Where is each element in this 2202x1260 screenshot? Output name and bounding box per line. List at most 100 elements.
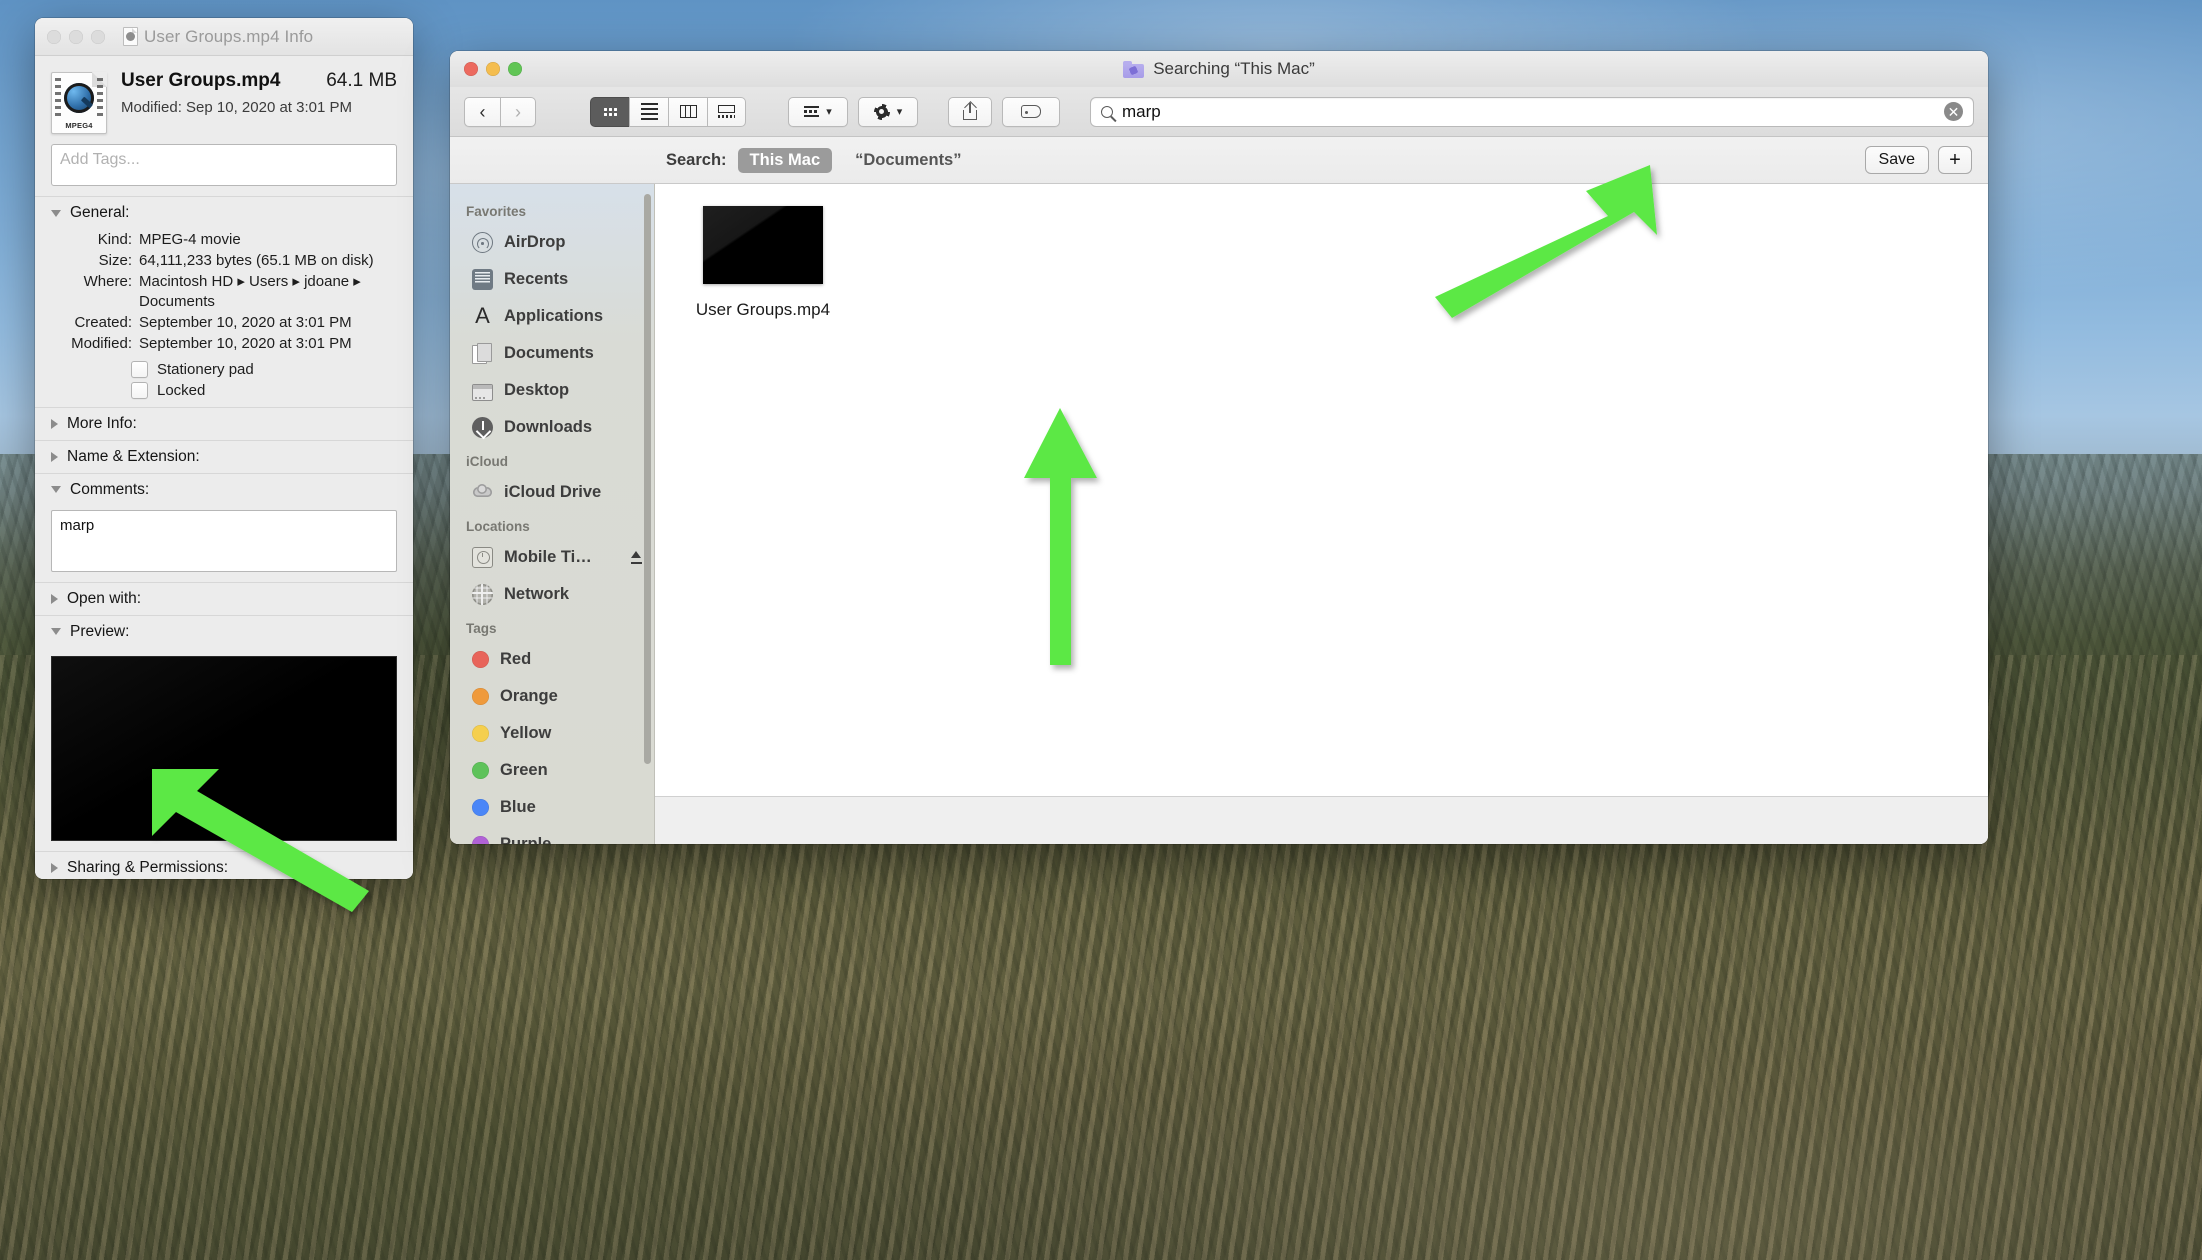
section-more-info-header[interactable]: More Info:: [35, 408, 413, 440]
sidebar-scrollbar[interactable]: [644, 194, 651, 764]
add-tags-input[interactable]: Add Tags...: [51, 144, 397, 186]
modified-label: Modified:: [121, 99, 182, 116]
sidebar-tag-purple[interactable]: Purple: [450, 826, 654, 844]
icon-view-button[interactable]: [590, 96, 629, 127]
video-thumbnail-icon: [703, 206, 823, 284]
sidebar-section-tags: Tags: [466, 621, 497, 636]
eject-icon[interactable]: [629, 550, 644, 565]
back-button[interactable]: ‹: [464, 96, 500, 127]
sidebar-tag-orange[interactable]: Orange: [450, 678, 654, 715]
columns-icon: [679, 105, 697, 118]
action-menu-button[interactable]: ▾: [858, 96, 918, 127]
chevron-down-icon[interactable]: [51, 628, 61, 636]
zoom-button[interactable]: [508, 62, 522, 76]
navigation-buttons[interactable]: ‹ ›: [464, 96, 536, 127]
result-item[interactable]: User Groups.mp4: [673, 206, 853, 320]
sidebar-item-network[interactable]: Network: [450, 576, 654, 613]
search-icon: [1101, 105, 1113, 118]
gear-icon: [873, 103, 890, 120]
chevron-down-icon[interactable]: [51, 209, 61, 217]
info-traffic-lights[interactable]: [47, 29, 105, 44]
get-info-window[interactable]: User Groups.mp4 Info MPEG4 User Groups.m…: [35, 18, 413, 879]
section-name-extension-header[interactable]: Name & Extension:: [35, 441, 413, 473]
share-button[interactable]: [948, 96, 992, 127]
icloud-icon: [472, 482, 493, 503]
stationery-pad-checkbox[interactable]: [131, 360, 148, 378]
edit-tags-button[interactable]: [1002, 96, 1060, 127]
sidebar-tag-blue[interactable]: Blue: [450, 789, 654, 826]
tag-dot-red-icon: [472, 651, 489, 668]
sidebar-item-label: Yellow: [500, 724, 552, 742]
sidebar-item-applications[interactable]: Applications: [450, 298, 654, 335]
sidebar-item-desktop[interactable]: Desktop: [450, 372, 654, 409]
sidebar-item-label: Downloads: [504, 418, 593, 436]
search-actions[interactable]: Save +: [1864, 146, 1972, 174]
info-window-titlebar[interactable]: User Groups.mp4 Info: [35, 18, 413, 56]
finder-window[interactable]: Searching “This Mac” ‹ › ▾ ▾ marp ✕ Sear…: [450, 51, 1988, 844]
sidebar-item-documents[interactable]: Documents: [450, 335, 654, 372]
locked-checkbox[interactable]: [131, 381, 148, 399]
sidebar-tag-green[interactable]: Green: [450, 752, 654, 789]
chevron-down-icon[interactable]: [51, 486, 61, 494]
minimize-button[interactable]: [486, 62, 500, 76]
desktop-icon: [472, 384, 493, 401]
finder-traffic-lights[interactable]: [464, 62, 522, 76]
chevron-down-icon: ▾: [826, 106, 832, 118]
section-open-with-header[interactable]: Open with:: [35, 583, 413, 615]
file-header: MPEG4 User Groups.mp4 64.1 MB Modified: …: [35, 56, 413, 142]
arrange-button[interactable]: ▾: [788, 96, 848, 127]
sidebar-item-mobile-time-machine[interactable]: Mobile Ti…: [450, 539, 654, 576]
property-value: Macintosh HD ▸ Users ▸ jdoane ▸ Document…: [139, 272, 361, 310]
desktop-background: User Groups.mp4 Info MPEG4 User Groups.m…: [0, 0, 2202, 1260]
clear-search-icon[interactable]: ✕: [1944, 102, 1963, 121]
forward-button[interactable]: ›: [500, 96, 536, 127]
finder-sidebar[interactable]: Favorites AirDrop Recents Applications D…: [450, 184, 655, 844]
chevron-right-icon[interactable]: [51, 451, 58, 462]
zoom-button[interactable]: [91, 29, 105, 44]
sidebar-section-icloud: iCloud: [466, 454, 508, 469]
tag-dot-blue-icon: [472, 799, 489, 816]
comments-field[interactable]: marp: [51, 509, 397, 572]
sidebar-item-airdrop[interactable]: AirDrop: [450, 224, 654, 261]
scope-this-mac[interactable]: This Mac: [737, 147, 833, 173]
sidebar-item-label: Recents: [504, 270, 569, 288]
chevron-right-icon[interactable]: [51, 418, 58, 429]
scope-documents[interactable]: “Documents”: [843, 148, 973, 173]
locked-row[interactable]: Locked: [35, 380, 413, 401]
sidebar-tag-red[interactable]: Red: [450, 641, 654, 678]
sidebar-item-recents[interactable]: Recents: [450, 261, 654, 298]
chevron-right-icon[interactable]: [51, 593, 58, 604]
sidebar-item-icloud-drive[interactable]: iCloud Drive: [450, 474, 654, 511]
finder-title-group: Searching “This Mac”: [450, 51, 1988, 87]
search-results-area[interactable]: User Groups.mp4: [655, 184, 1988, 844]
sidebar-tag-yellow[interactable]: Yellow: [450, 715, 654, 752]
sidebar-item-label: Orange: [500, 687, 558, 705]
add-criteria-button[interactable]: +: [1938, 146, 1972, 174]
finder-titlebar[interactable]: Searching “This Mac”: [450, 51, 1988, 87]
property-value: 64,111,233 bytes (65.1 MB on disk): [139, 251, 374, 269]
finder-toolbar[interactable]: ‹ › ▾ ▾ marp ✕: [450, 87, 1988, 137]
stationery-pad-row[interactable]: Stationery pad: [35, 359, 413, 380]
list-view-button[interactable]: [629, 96, 668, 127]
close-button[interactable]: [47, 29, 61, 44]
modified-value: Sep 10, 2020 at 3:01 PM: [186, 99, 352, 116]
section-preview-header[interactable]: Preview:: [35, 616, 413, 648]
search-input[interactable]: marp ✕: [1090, 96, 1974, 127]
search-scope-group[interactable]: Search: This Mac “Documents”: [666, 147, 974, 173]
section-sharing-permissions-header[interactable]: Sharing & Permissions:: [35, 852, 413, 879]
section-general-header[interactable]: General:: [35, 197, 413, 229]
view-mode-segmented-control[interactable]: [590, 96, 746, 127]
close-button[interactable]: [464, 62, 478, 76]
sidebar-item-label: Blue: [500, 798, 536, 816]
gallery-icon: [718, 105, 735, 118]
preview-thumbnail: [51, 655, 397, 841]
sidebar-item-label: Applications: [504, 307, 604, 325]
chevron-right-icon[interactable]: [51, 862, 58, 873]
sidebar-item-downloads[interactable]: Downloads: [450, 409, 654, 446]
save-button[interactable]: Save: [1864, 146, 1929, 174]
search-scope-bar[interactable]: Search: This Mac “Documents” Save +: [450, 137, 1988, 184]
minimize-button[interactable]: [69, 29, 83, 44]
column-view-button[interactable]: [668, 96, 707, 127]
section-comments-header[interactable]: Comments:: [35, 474, 413, 506]
gallery-view-button[interactable]: [707, 96, 746, 127]
